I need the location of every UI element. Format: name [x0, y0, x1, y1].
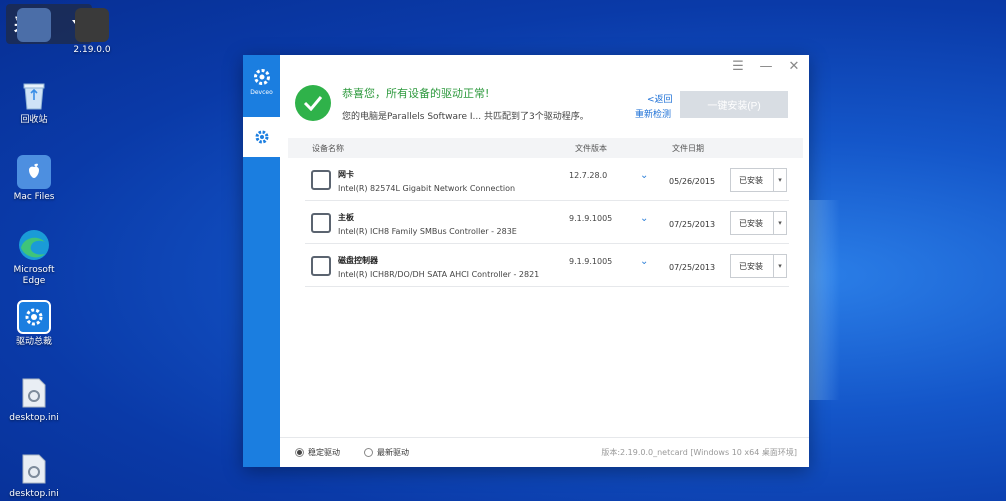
desktop-icon-label: 回收站 — [20, 115, 48, 125]
driver-app-window: Devceo ☰ — ✕ 恭喜您，所有设备的驱动正常! 您的电脑是Paralle… — [243, 55, 809, 467]
device-name: Intel(R) 82574L Gigabit Network Connecti… — [338, 184, 516, 193]
installed-dropdown[interactable]: 已安装 ▾ — [730, 211, 787, 235]
desktop-icon-label: 2.19.0.0 — [73, 45, 111, 55]
desktop-icon-label: Mac Files — [13, 192, 55, 202]
file-settings-icon — [17, 376, 51, 410]
installed-label: 已安装 — [739, 218, 763, 228]
device-version: 12.7.28.0 — [569, 171, 608, 180]
sidebar: Devceo — [243, 55, 280, 467]
chevron-down-icon[interactable]: ⌄ — [640, 213, 648, 224]
version-text: 版本:2.19.0.0_netcard [Windows 10 x64 桌面环境… — [601, 448, 797, 457]
table-header: 设备名称 文件版本 文件日期 — [288, 138, 803, 158]
app-icon — [17, 8, 51, 42]
chevron-down-icon[interactable]: ⌄ — [640, 170, 648, 181]
chevron-down-icon[interactable]: ⌄ — [640, 256, 648, 267]
gear-icon — [17, 300, 51, 334]
dropdown-arrow-icon[interactable]: ▾ — [773, 255, 786, 277]
minimize-button[interactable]: — — [759, 59, 773, 74]
device-date: 05/26/2015 — [669, 177, 716, 186]
radio-stable-driver[interactable]: 稳定驱动 — [295, 447, 340, 458]
desktop-icon-desktop-ini[interactable]: desktop.ini — [4, 452, 64, 500]
device-name: Intel(R) ICH8R/DO/DH SATA AHCI Controlle… — [338, 270, 540, 279]
success-check-icon — [295, 85, 331, 121]
recheck-link[interactable]: 重新检测 — [635, 107, 671, 120]
network-card-icon — [311, 170, 331, 190]
dropdown-arrow-icon[interactable]: ▾ — [773, 212, 786, 234]
device-version: 9.1.9.1005 — [569, 257, 613, 266]
header-device-name: 设备名称 — [312, 144, 344, 153]
desktop-icon-recycle-bin[interactable]: 回收站 — [4, 78, 64, 126]
radio-dot[interactable] — [364, 448, 373, 457]
disk-controller-icon — [311, 256, 331, 276]
recycle-bin-icon — [17, 78, 51, 112]
menu-button[interactable]: ☰ — [731, 59, 745, 74]
status-title: 恭喜您，所有设备的驱动正常! — [342, 87, 490, 100]
desktop-icon-unknown[interactable] — [4, 8, 64, 45]
back-link[interactable]: <返回 — [647, 92, 673, 105]
motherboard-icon — [311, 213, 331, 233]
desktop-icon-edge[interactable]: Microsoft Edge — [4, 228, 64, 287]
table-row: 磁盘控制器 Intel(R) ICH8R/DO/DH SATA AHCI Con… — [305, 244, 789, 287]
desktop-icon-driver-installer[interactable]: 2.19.0.0 — [62, 8, 122, 56]
file-settings-icon — [17, 452, 51, 486]
sidebar-item-drivers[interactable] — [243, 117, 280, 157]
device-category: 网卡 — [338, 170, 354, 179]
folder-icon — [17, 155, 51, 189]
desktop-icon-mac-files[interactable]: Mac Files — [4, 155, 64, 203]
footer-bar: 稳定驱动 最新驱动 版本:2.19.0.0_netcard [Windows 1… — [280, 437, 809, 467]
install-all-button[interactable]: 一键安装(P) — [680, 91, 788, 118]
header-file-version: 文件版本 — [575, 144, 607, 153]
status-subtitle: 您的电脑是Parallels Software I... 共匹配到了3个驱动程序… — [342, 112, 589, 122]
radio-latest-driver[interactable]: 最新驱动 — [364, 447, 409, 458]
edge-icon — [17, 228, 51, 262]
device-name: Intel(R) ICH8 Family SMBus Controller - … — [338, 227, 517, 236]
installed-dropdown[interactable]: 已安装 ▾ — [730, 168, 787, 192]
device-date: 07/25/2013 — [669, 220, 716, 229]
app-logo-text: Devceo — [250, 89, 273, 96]
installed-label: 已安装 — [739, 175, 763, 185]
gear-logo-icon — [253, 69, 270, 85]
installed-dropdown[interactable]: 已安装 ▾ — [730, 254, 787, 278]
device-version: 9.1.9.1005 — [569, 214, 613, 223]
desktop-icon-desktop-ini[interactable]: desktop.ini — [4, 376, 64, 424]
dropdown-arrow-icon[interactable]: ▾ — [773, 169, 786, 191]
radio-dot[interactable] — [295, 448, 304, 457]
radio-label: 稳定驱动 — [308, 448, 340, 457]
desktop-icon-label: desktop.ini — [9, 489, 59, 499]
desktop-icon-label: desktop.ini — [9, 413, 59, 423]
radio-label: 最新驱动 — [377, 448, 409, 457]
device-category: 磁盘控制器 — [338, 256, 378, 265]
device-category: 主板 — [338, 213, 354, 222]
header-file-date: 文件日期 — [672, 144, 704, 153]
gear-icon — [255, 130, 268, 144]
desktop-icon-label: 驱动总裁 — [15, 337, 52, 347]
table-row: 主板 Intel(R) ICH8 Family SMBus Controller… — [305, 201, 789, 244]
table-row: 网卡 Intel(R) 82574L Gigabit Network Conne… — [305, 158, 789, 201]
app-logo: Devceo — [243, 67, 280, 96]
app-icon — [75, 8, 109, 42]
window-controls: ☰ — ✕ — [731, 59, 801, 74]
installed-label: 已安装 — [739, 261, 763, 271]
device-date: 07/25/2013 — [669, 263, 716, 272]
desktop-icon-label: Microsoft Edge — [13, 265, 55, 286]
close-button[interactable]: ✕ — [787, 59, 801, 74]
desktop-icon-driver-president[interactable]: 驱动总裁 — [4, 300, 64, 348]
